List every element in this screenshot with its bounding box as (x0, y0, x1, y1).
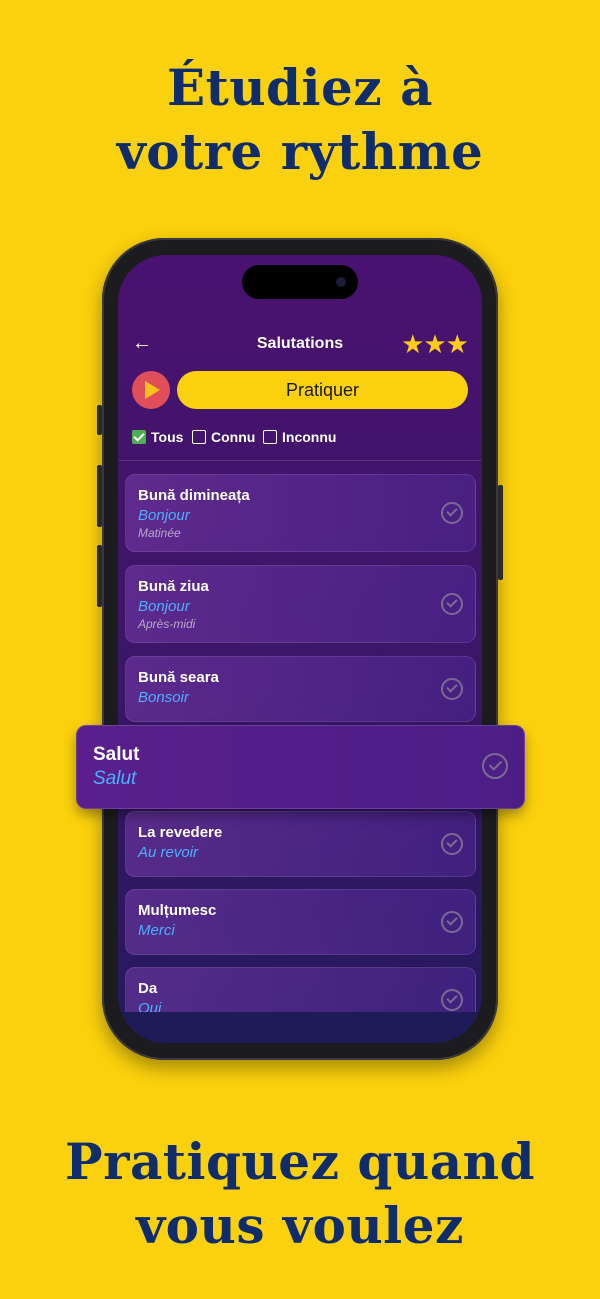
phone-screen: ← Salutations ★★★ Pratiquer Tous Connu I… (118, 255, 482, 1043)
list-item[interactable]: Mulțumesc Merci (125, 889, 476, 955)
headline-line: Pratiquez quand (65, 1132, 535, 1191)
filter-known[interactable]: Connu (192, 429, 255, 445)
checkbox-icon (192, 430, 206, 444)
romanian-word: Salut (93, 744, 140, 765)
check-circle-icon[interactable] (482, 753, 508, 779)
french-translation: Au revoir (138, 844, 199, 861)
phone-side-button (97, 465, 102, 527)
filter-label: Connu (211, 429, 256, 445)
filter-unknown[interactable]: Inconnu (263, 429, 336, 445)
dynamic-island (242, 265, 358, 299)
check-circle-icon[interactable] (441, 911, 463, 933)
checkbox-checked-icon (132, 430, 146, 444)
headline-line: votre rythme (116, 122, 484, 181)
french-translation: Salut (93, 768, 137, 789)
list-item[interactable]: Bună dimineața Bonjour Matinée (125, 474, 476, 552)
play-button[interactable] (132, 371, 170, 409)
filter-label: Tous (151, 429, 184, 445)
filter-all[interactable]: Tous (132, 429, 183, 445)
divider (118, 460, 482, 461)
list-item[interactable]: Bună ziua Bonjour Après-midi (125, 565, 476, 643)
phone-side-button (498, 485, 503, 580)
highlighted-list-item[interactable]: Salut Salut (76, 725, 525, 809)
french-translation: Bonjour (138, 598, 190, 615)
practice-button[interactable]: Pratiquer (177, 371, 468, 409)
filter-label: Inconnu (282, 429, 337, 445)
check-circle-icon[interactable] (441, 502, 463, 524)
phone-side-button (97, 405, 102, 435)
check-circle-icon[interactable] (441, 678, 463, 700)
check-circle-icon[interactable] (441, 833, 463, 855)
word-note: Matinée (138, 526, 181, 540)
romanian-word: Bună ziua (138, 578, 209, 595)
bottom-bar (118, 1012, 482, 1043)
play-icon (145, 381, 160, 399)
checkbox-icon (263, 430, 277, 444)
romanian-word: La revedere (138, 824, 223, 841)
french-translation: Bonjour (138, 507, 190, 524)
word-note: Après-midi (138, 617, 196, 631)
romanian-word: Bună seara (138, 669, 219, 686)
camera-icon (336, 277, 346, 287)
top-headline: Étudiez à votre rythme (0, 56, 600, 184)
list-item[interactable]: La revedere Au revoir (125, 811, 476, 877)
star-rating: ★★★ (401, 329, 469, 359)
romanian-word: Bună dimineața (138, 487, 250, 504)
romanian-word: Da (138, 980, 158, 997)
list-item[interactable]: Bună seara Bonsoir (125, 656, 476, 722)
headline-line: Étudiez à (166, 58, 434, 117)
romanian-word: Mulțumesc (138, 902, 217, 919)
french-translation: Merci (138, 922, 175, 939)
headline-line: vous voulez (136, 1196, 464, 1255)
check-circle-icon[interactable] (441, 593, 463, 615)
check-circle-icon[interactable] (441, 989, 463, 1011)
bottom-headline: Pratiquez quand vous voulez (0, 1130, 600, 1258)
phone-side-button (97, 545, 102, 607)
nav-bar: ← Salutations ★★★ (118, 325, 482, 365)
french-translation: Bonsoir (138, 689, 189, 706)
